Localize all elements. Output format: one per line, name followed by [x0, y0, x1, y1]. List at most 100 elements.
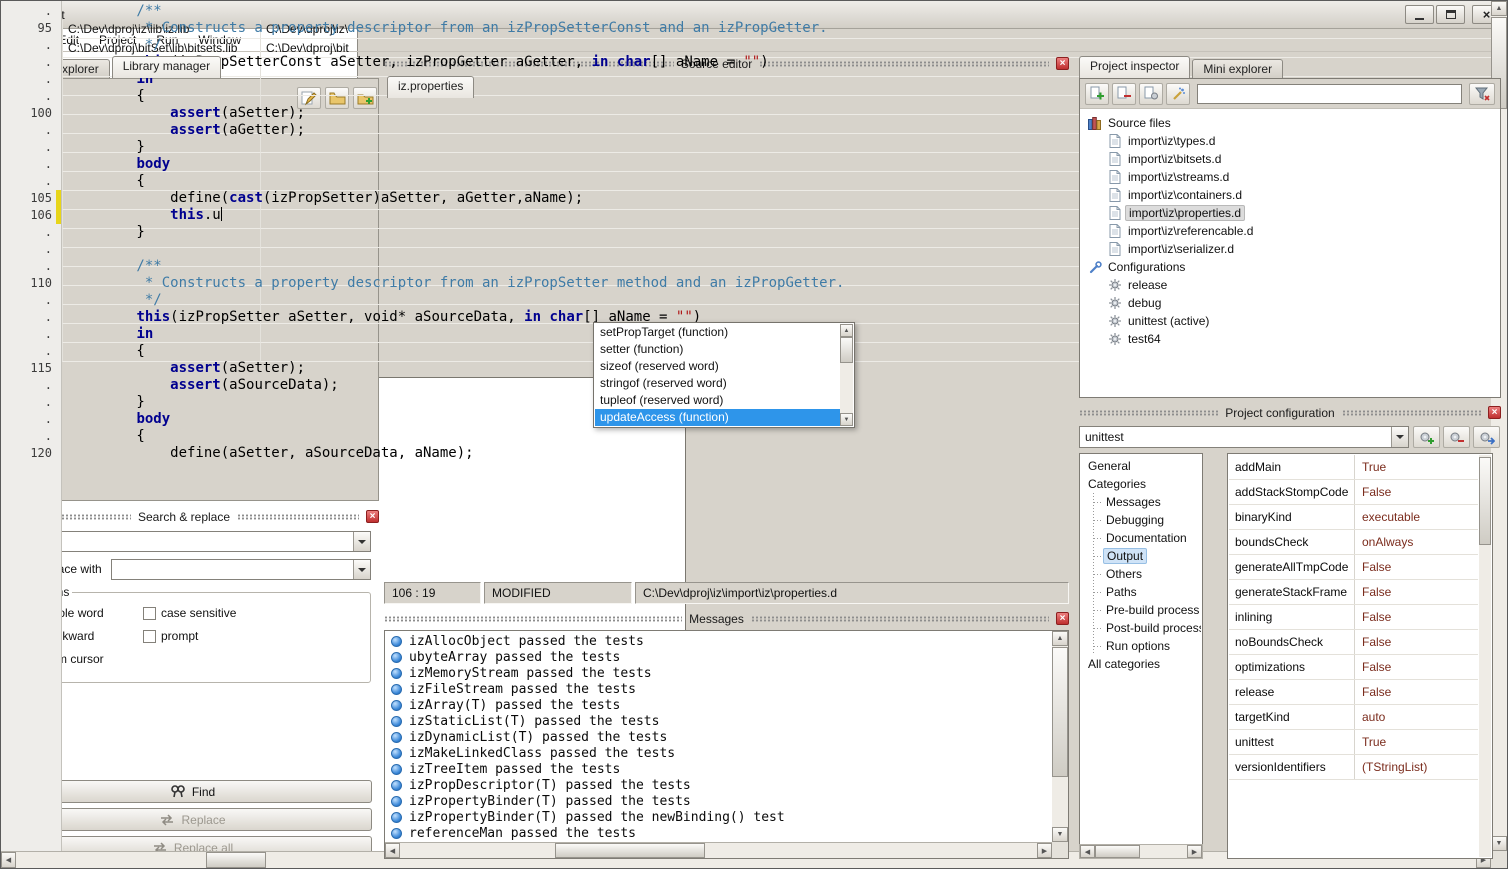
tab-library-manager[interactable]: Library manager: [112, 56, 221, 78]
message-row[interactable]: izPropertyBinder(T) passed the tests: [387, 793, 1051, 809]
filter-button[interactable]: [1469, 83, 1495, 105]
messages-hscrollbar[interactable]: ◀ ▶: [385, 842, 1052, 858]
completion-scrollbar[interactable]: ▲ ▼: [840, 324, 853, 426]
tree-item-unittest-active[interactable]: unittest (active): [1080, 312, 1500, 330]
message-row[interactable]: izMemoryStream passed the tests: [387, 665, 1051, 681]
category-run-options[interactable]: Run options: [1081, 637, 1201, 655]
category-paths[interactable]: Paths: [1081, 583, 1201, 601]
property-row[interactable]: generateAllTmpCodeFalse: [1229, 555, 1478, 580]
scroll-thumb[interactable]: [1479, 457, 1491, 545]
property-value[interactable]: True: [1355, 455, 1478, 479]
completion-item[interactable]: sizeof (reserved word): [595, 358, 840, 375]
property-row[interactable]: noBoundsCheckFalse: [1229, 630, 1478, 655]
message-row[interactable]: izAllocObject passed the tests: [387, 633, 1051, 649]
message-row[interactable]: izDynamicList(T) passed the tests: [387, 729, 1051, 745]
tab-mini-explorer[interactable]: Mini explorer: [1192, 59, 1283, 78]
category-pre-build-process[interactable]: Pre-build process: [1081, 601, 1201, 619]
message-row[interactable]: referenceMan passed the tests: [387, 825, 1051, 841]
property-row[interactable]: unittestTrue: [1229, 730, 1478, 755]
property-value[interactable]: False: [1355, 555, 1478, 579]
message-row[interactable]: izMakeLinkedClass passed the tests: [387, 745, 1051, 761]
scroll-up-icon[interactable]: ▲: [840, 324, 853, 337]
category-categories[interactable]: Categories: [1081, 475, 1201, 493]
scroll-up-icon[interactable]: ▲: [1491, 1, 1507, 16]
tree-item-import-iz-streams-d[interactable]: import\iz\streams.d: [1080, 168, 1500, 186]
tree-item-configurations[interactable]: Configurations: [1080, 258, 1500, 276]
property-value[interactable]: onAlways: [1355, 530, 1478, 554]
completion-item[interactable]: setter (function): [595, 341, 840, 358]
tree-item-debug[interactable]: debug: [1080, 294, 1500, 312]
message-row[interactable]: izStaticList(T) passed the tests: [387, 713, 1051, 729]
scroll-left-icon[interactable]: ◀: [1080, 845, 1095, 858]
tree-item-source-files[interactable]: Source files: [1080, 114, 1500, 132]
property-row[interactable]: optimizationsFalse: [1229, 655, 1478, 680]
scroll-thumb[interactable]: [555, 843, 705, 858]
wand-button[interactable]: [1166, 83, 1190, 105]
tree-item-test64[interactable]: test64: [1080, 330, 1500, 348]
scroll-down-icon[interactable]: ▼: [1491, 836, 1507, 851]
category-output[interactable]: Output: [1081, 547, 1201, 565]
property-value[interactable]: False: [1355, 580, 1478, 604]
category-debugging[interactable]: Debugging: [1081, 511, 1201, 529]
configuration-combo[interactable]: unittest: [1079, 426, 1409, 448]
property-row[interactable]: releaseFalse: [1229, 680, 1478, 705]
category-messages[interactable]: Messages: [1081, 493, 1201, 511]
property-grid-vscrollbar[interactable]: [1479, 455, 1491, 857]
remove-source-button[interactable]: [1112, 83, 1136, 105]
property-value[interactable]: False: [1355, 480, 1478, 504]
category-documentation[interactable]: Documentation: [1081, 529, 1201, 547]
scroll-left-icon[interactable]: ◀: [1, 852, 16, 868]
message-row[interactable]: izFileStream passed the tests: [387, 681, 1051, 697]
property-row[interactable]: targetKindauto: [1229, 705, 1478, 730]
completion-item[interactable]: updateAccess (function): [595, 409, 840, 426]
scroll-thumb[interactable]: [1095, 845, 1140, 858]
property-value[interactable]: False: [1355, 655, 1478, 679]
tree-item-release[interactable]: release: [1080, 276, 1500, 294]
category-general[interactable]: General: [1081, 457, 1201, 475]
tab-project-inspector[interactable]: Project inspector: [1079, 56, 1190, 78]
tree-item-import-iz-properties-d[interactable]: import\iz\properties.d: [1080, 204, 1500, 222]
property-row[interactable]: addStackStompCodeFalse: [1229, 480, 1478, 505]
inspector-filter-input[interactable]: [1197, 84, 1462, 104]
property-value[interactable]: True: [1355, 730, 1478, 754]
property-value[interactable]: False: [1355, 680, 1478, 704]
scroll-down-icon[interactable]: ▼: [840, 413, 853, 426]
tab-iz-properties[interactable]: iz.properties: [387, 76, 474, 98]
category-all-categories[interactable]: All categories: [1081, 655, 1201, 673]
completion-popup[interactable]: setPropTarget (function)setter (function…: [593, 322, 855, 428]
messages-vscrollbar[interactable]: ▲ ▼: [1052, 631, 1068, 842]
property-row[interactable]: binaryKindexecutable: [1229, 505, 1478, 530]
property-value[interactable]: executable: [1355, 505, 1478, 529]
remove-configuration-button[interactable]: [1443, 426, 1470, 448]
tree-item-import-iz-referencable-d[interactable]: import\iz\referencable.d: [1080, 222, 1500, 240]
scroll-right-icon[interactable]: ▶: [1037, 843, 1052, 858]
property-value[interactable]: False: [1355, 630, 1478, 654]
clone-configuration-button[interactable]: [1473, 426, 1500, 448]
scroll-down-icon[interactable]: ▼: [1052, 827, 1068, 842]
refresh-sources-button[interactable]: [1139, 83, 1163, 105]
message-row[interactable]: izPropertyBinder(T) passed the newBindin…: [387, 809, 1051, 825]
scroll-thumb[interactable]: [206, 852, 266, 868]
close-configuration-panel-button[interactable]: ×: [1488, 406, 1501, 419]
close-messages-panel-button[interactable]: ×: [1056, 612, 1069, 625]
message-row[interactable]: izArray(T) passed the tests: [387, 697, 1051, 713]
category-others[interactable]: Others: [1081, 565, 1201, 583]
message-row[interactable]: izTreeItem passed the tests: [387, 761, 1051, 777]
scroll-thumb[interactable]: [840, 337, 853, 363]
completion-item[interactable]: tupleof (reserved word): [595, 392, 840, 409]
category-post-build-process[interactable]: Post-build process: [1081, 619, 1201, 637]
category-hscrollbar[interactable]: ◀ ▶: [1079, 844, 1203, 859]
scroll-right-icon[interactable]: ▶: [1187, 845, 1202, 858]
property-row[interactable]: addMainTrue: [1229, 455, 1478, 480]
scroll-left-icon[interactable]: ◀: [385, 843, 400, 858]
tree-item-import-iz-containers-d[interactable]: import\iz\containers.d: [1080, 186, 1500, 204]
add-source-button[interactable]: [1085, 83, 1109, 105]
scroll-thumb[interactable]: [1052, 647, 1068, 777]
property-row[interactable]: generateStackFrameFalse: [1229, 580, 1478, 605]
property-value[interactable]: (TStringList): [1355, 755, 1478, 779]
tree-item-import-iz-serializer-d[interactable]: import\iz\serializer.d: [1080, 240, 1500, 258]
tree-item-import-iz-bitsets-d[interactable]: import\iz\bitsets.d: [1080, 150, 1500, 168]
message-row[interactable]: ubyteArray passed the tests: [387, 649, 1051, 665]
message-row[interactable]: izPropDescriptor(T) passed the tests: [387, 777, 1051, 793]
scroll-up-icon[interactable]: ▲: [1052, 631, 1068, 646]
